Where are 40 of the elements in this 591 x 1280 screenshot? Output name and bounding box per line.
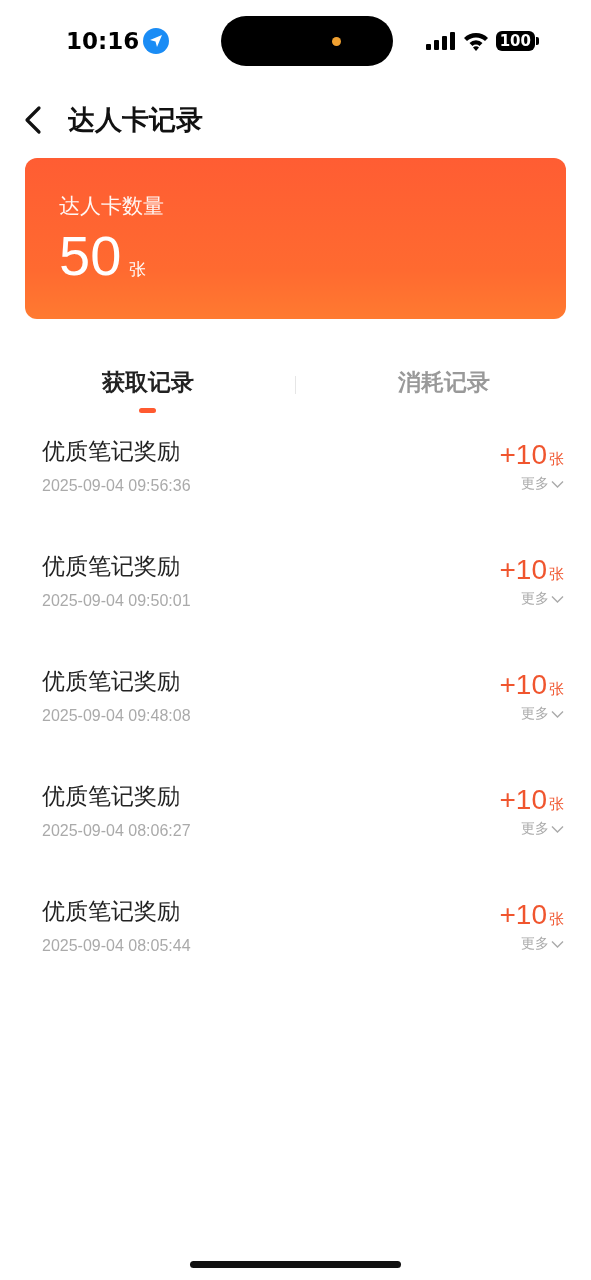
more-button[interactable]: 更多 (521, 820, 564, 838)
card-label: 达人卡数量 (59, 193, 164, 220)
clock: 10:16 (66, 28, 140, 54)
record-time: 2025-09-04 08:05:44 (42, 937, 191, 955)
chevron-down-icon (551, 824, 564, 834)
unit-label: 张 (549, 450, 564, 469)
record-amount: +10 (499, 784, 547, 816)
record-amount: +10 (499, 899, 547, 931)
record-time: 2025-09-04 08:06:27 (42, 822, 191, 840)
record-amount: +10 (499, 554, 547, 586)
record-title: 优质笔记奖励 (42, 437, 180, 466)
signal-icon (425, 32, 456, 50)
more-button[interactable]: 更多 (521, 705, 564, 723)
tab[interactable]: 消耗记录 (296, 363, 591, 419)
chevron-down-icon (551, 709, 564, 719)
record-amount: +10 (499, 669, 547, 701)
record-amount: +10 (499, 439, 547, 471)
record-time: 2025-09-04 09:48:08 (42, 707, 191, 725)
record-title: 优质笔记奖励 (42, 782, 180, 811)
record-time: 2025-09-04 09:50:01 (42, 592, 191, 610)
tab[interactable]: 获取记录 (0, 363, 295, 419)
chevron-down-icon (551, 594, 564, 604)
chevron-down-icon (551, 479, 564, 489)
record-title: 优质笔记奖励 (42, 897, 180, 926)
unit-label: 张 (549, 680, 564, 699)
more-button[interactable]: 更多 (521, 590, 564, 608)
unit-label: 张 (549, 910, 564, 929)
record-time: 2025-09-04 09:56:36 (42, 477, 191, 495)
unit-label: 张 (129, 258, 147, 281)
unit-label: 张 (549, 565, 564, 584)
card-count: 50 (59, 228, 122, 284)
record-title: 优质笔记奖励 (42, 667, 180, 696)
chevron-down-icon (551, 939, 564, 949)
wifi-icon (462, 31, 489, 51)
record-title: 优质笔记奖励 (42, 552, 180, 581)
more-button[interactable]: 更多 (521, 475, 564, 493)
battery-level: 100 (495, 31, 535, 51)
unit-label: 张 (549, 795, 564, 814)
page-title: 达人卡记录 (68, 103, 203, 137)
more-button[interactable]: 更多 (521, 935, 564, 953)
